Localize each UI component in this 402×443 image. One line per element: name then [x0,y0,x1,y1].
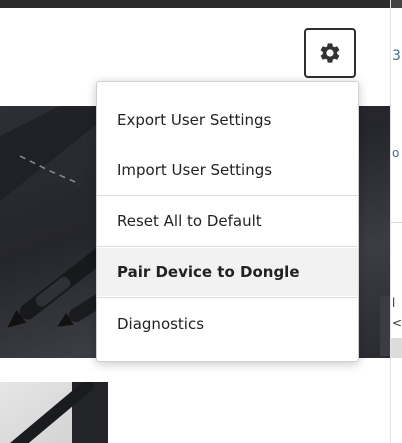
right-edge-panel: 3 o l < [390,0,402,443]
gear-icon [320,43,340,63]
menu-divider [97,195,358,196]
menu-divider [97,297,358,298]
product-thumbnail[interactable] [0,382,108,443]
menu-item-diagnostics[interactable]: Diagnostics [97,300,358,348]
settings-button[interactable] [304,28,356,78]
settings-dropdown-menu: Export User Settings Import User Setting… [96,81,359,362]
pen-thumbnail-image [7,382,108,443]
scroll-marker [391,338,402,358]
divider [391,222,402,223]
menu-item-import-user-settings[interactable]: Import User Settings [97,146,358,194]
menu-item-pair-device-to-dongle[interactable]: Pair Device to Dongle [97,248,358,296]
thumbnail-area [0,358,390,443]
menu-divider [97,246,358,247]
right-edge-text: l [392,296,396,310]
menu-item-reset-all-to-default[interactable]: Reset All to Default [97,197,358,245]
right-edge-text: < [392,316,402,330]
menu-item-export-user-settings[interactable]: Export User Settings [97,96,358,144]
right-edge-text: o [392,146,400,160]
top-bar [0,0,390,8]
right-edge-text: 3 [392,48,401,64]
